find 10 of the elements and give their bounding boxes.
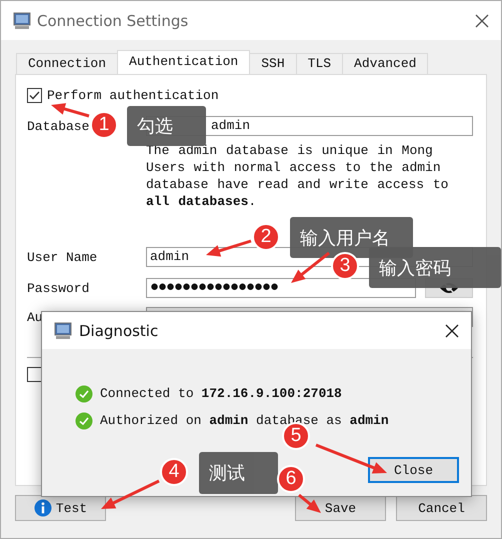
checkbox-label: Perform authentication bbox=[47, 88, 219, 102]
field-label: Database bbox=[27, 118, 90, 134]
callout-tooltip: 测试 bbox=[199, 452, 278, 494]
field-label: User Name bbox=[27, 250, 98, 264]
status-message: Connected to 172.16.9.100:27018 bbox=[100, 386, 342, 401]
callout-tooltip: 勾选 bbox=[127, 106, 206, 146]
callout-tooltip: 输入密码 bbox=[369, 247, 501, 288]
dialog-title: Diagnostic bbox=[79, 322, 160, 340]
window-title: Connection Settings bbox=[37, 12, 190, 30]
field-label: Password bbox=[27, 280, 90, 296]
